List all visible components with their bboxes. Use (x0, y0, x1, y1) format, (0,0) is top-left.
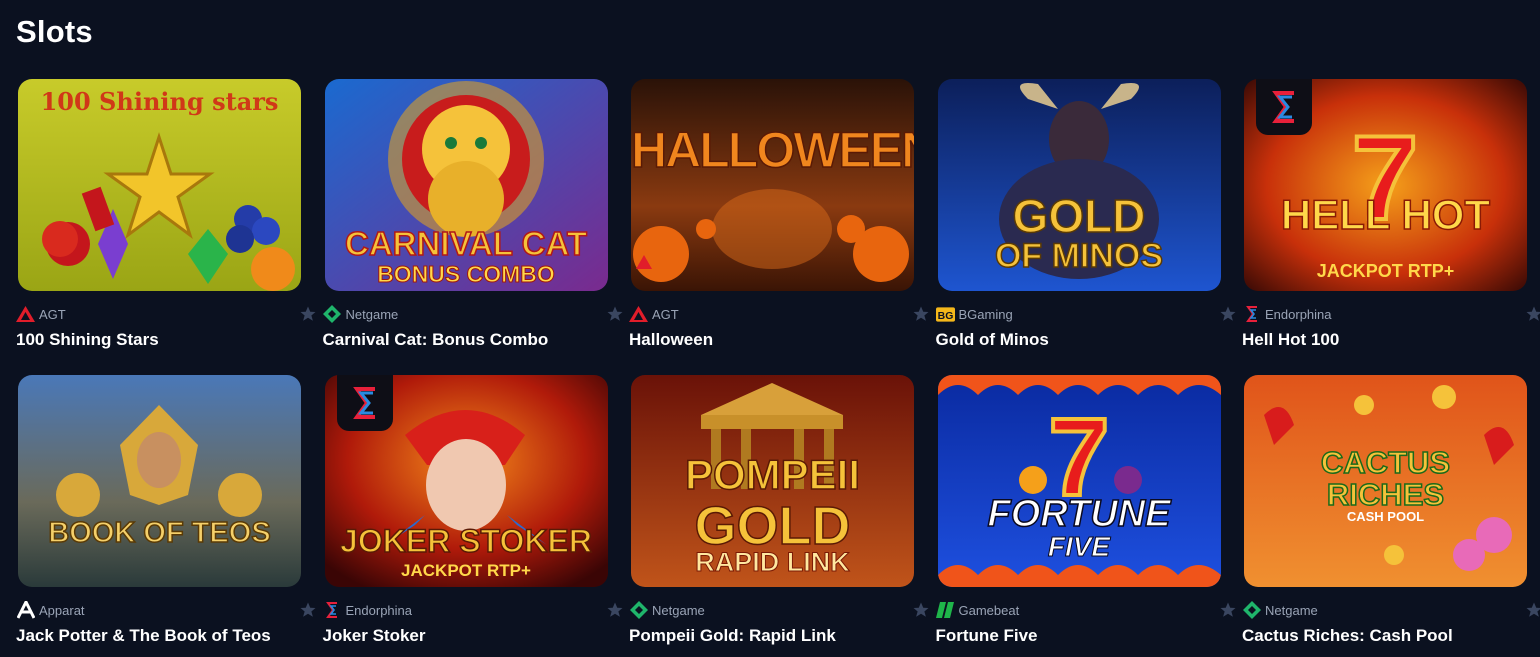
game-card[interactable]: POMPEII GOLD RAPID LINK Netgame Pompeii … (629, 375, 929, 655)
game-thumbnail[interactable]: POMPEII GOLD RAPID LINK (631, 375, 914, 587)
game-thumbnail[interactable]: HALLOWEEN (631, 79, 914, 291)
game-card[interactable]: GOLD OF MINOS BG BGaming Gold of Minos (935, 79, 1235, 359)
game-meta: Gamebeat (936, 599, 1239, 621)
game-name[interactable]: Pompeii Gold: Rapid Link (629, 626, 836, 646)
provider-name: Apparat (39, 602, 85, 618)
provider-name: AGT (39, 306, 66, 322)
game-name[interactable]: Jack Potter & The Book of Teos (16, 626, 271, 646)
agt-logo-icon (629, 306, 648, 323)
bgaming-logo-icon: BG (935, 306, 955, 323)
game-meta: Apparat (16, 599, 319, 621)
endorphina-logo-icon (1242, 306, 1261, 323)
game-art-title: POMPEII (684, 450, 861, 499)
provider-name: Netgame (1265, 602, 1318, 618)
game-meta: Endorphina (1244, 303, 1540, 325)
game-name[interactable]: Fortune Five (936, 626, 1038, 646)
game-art-subtitle: OF MINOS (994, 236, 1164, 276)
game-meta: AGT (16, 303, 319, 325)
game-card[interactable]: 7 FORTUNE FIVE Gamebeat Fortune Five (936, 375, 1235, 655)
provider-name: Endorphina (1265, 306, 1332, 322)
game-art-subtitle: JACKPOT RTP+ (1316, 261, 1455, 281)
favorite-star-icon[interactable] (1523, 303, 1540, 325)
game-meta: Netgame (629, 599, 932, 621)
agt-logo-icon (16, 306, 35, 323)
game-thumbnail[interactable]: GOLD OF MINOS (937, 79, 1221, 291)
favorite-star-icon[interactable] (297, 599, 319, 621)
game-art-title: CARNIVAL CAT (344, 224, 588, 263)
gamebeat-logo-icon (936, 602, 955, 619)
game-card[interactable]: CACTUS RICHES CASH POOL Netgame Cactus R… (1242, 375, 1540, 655)
favorite-star-icon[interactable] (297, 303, 319, 325)
game-art-subtitle: FIVE (1047, 531, 1111, 563)
favorite-star-icon[interactable] (910, 303, 932, 325)
game-art-title: JOKER STOKER (339, 522, 592, 560)
provider-name: Gamebeat (958, 602, 1020, 618)
game-name[interactable]: Joker Stoker (323, 626, 426, 646)
game-art-title: FORTUNE (987, 492, 1171, 536)
favorite-star-icon[interactable] (1217, 599, 1239, 621)
svg-text:BG: BG (937, 310, 953, 321)
game-thumbnail[interactable]: JOKER STOKER JACKPOT RTP+ (324, 375, 608, 587)
game-thumbnail[interactable]: 7 HELL HOT JACKPOT RTP+ (1244, 79, 1527, 291)
game-meta: Netgame (323, 303, 626, 325)
provider-name: Netgame (652, 602, 705, 618)
game-art-subtitle: CASH POOL (1346, 509, 1425, 524)
netgame-logo-icon (1242, 601, 1261, 619)
game-thumbnail[interactable]: 7 FORTUNE FIVE (937, 375, 1221, 587)
game-art-subtitle: JACKPOT RTP+ (401, 561, 531, 580)
netgame-logo-icon (629, 601, 648, 619)
provider-name: AGT (652, 306, 679, 322)
game-card[interactable]: CARNIVAL CAT BONUS COMBO Netgame Carniva… (323, 79, 622, 359)
game-meta: Endorphina (325, 599, 625, 621)
favorite-star-icon[interactable] (604, 303, 626, 325)
game-name[interactable]: Carnival Cat: Bonus Combo (323, 330, 549, 350)
game-art-title: HALLOWEEN (631, 121, 914, 179)
game-art-title: GOLD (1012, 189, 1146, 243)
game-name[interactable]: Cactus Riches: Cash Pool (1242, 626, 1453, 646)
game-name[interactable]: Halloween (629, 330, 713, 350)
game-meta: Netgame (1242, 599, 1540, 621)
game-meta: AGT (629, 303, 932, 325)
apparat-logo-icon (16, 601, 35, 619)
provider-name: Netgame (345, 306, 399, 322)
game-art-title: CACTUS RICHES (1320, 445, 1451, 512)
game-art-subtitle: RAPID LINK (695, 547, 851, 578)
game-card[interactable]: 7 HELL HOT JACKPOT RTP+ Endorphina Hell … (1242, 79, 1540, 359)
provider-name: BGaming (958, 306, 1013, 322)
section-title: Slots (16, 14, 93, 49)
game-name[interactable]: Hell Hot 100 (1242, 330, 1339, 350)
game-thumbnail[interactable]: CARNIVAL CAT BONUS COMBO (324, 79, 608, 291)
game-thumbnail[interactable]: CACTUS RICHES CASH POOL (1244, 375, 1527, 587)
game-name[interactable]: Gold of Minos (936, 330, 1049, 350)
game-meta: BG BGaming (935, 303, 1239, 325)
endorphina-logo-icon (323, 602, 342, 619)
netgame-logo-icon (323, 305, 342, 323)
games-grid: 100 Shining stars AGT 100 Shining Stars … (16, 79, 1540, 655)
game-card[interactable]: HALLOWEEN AGT Halloween (629, 79, 929, 359)
game-art-title: HELL HOT (1280, 190, 1491, 239)
game-art-title: BOOK OF TEOS (48, 516, 272, 550)
favorite-star-icon[interactable] (1523, 599, 1540, 621)
game-name[interactable]: 100 Shining Stars (16, 330, 159, 350)
game-art-title: 100 Shining stars (40, 87, 279, 116)
favorite-star-icon[interactable] (910, 599, 932, 621)
game-thumbnail[interactable]: BOOK OF TEOS (18, 375, 301, 587)
game-card[interactable]: BOOK OF TEOS Apparat Jack Potter & The B… (16, 375, 316, 655)
provider-name: Endorphina (345, 602, 413, 618)
favorite-star-icon[interactable] (1217, 303, 1239, 325)
game-thumbnail[interactable]: 100 Shining stars (18, 79, 301, 291)
favorite-star-icon[interactable] (604, 599, 626, 621)
game-art-subtitle: BONUS COMBO (377, 261, 556, 288)
endorphina-badge-icon (1256, 79, 1312, 135)
endorphina-badge-icon (336, 375, 393, 431)
game-card[interactable]: JOKER STOKER JACKPOT RTP+ Endorphina Jok… (323, 375, 622, 655)
game-card[interactable]: 100 Shining stars AGT 100 Shining Stars (16, 79, 316, 359)
